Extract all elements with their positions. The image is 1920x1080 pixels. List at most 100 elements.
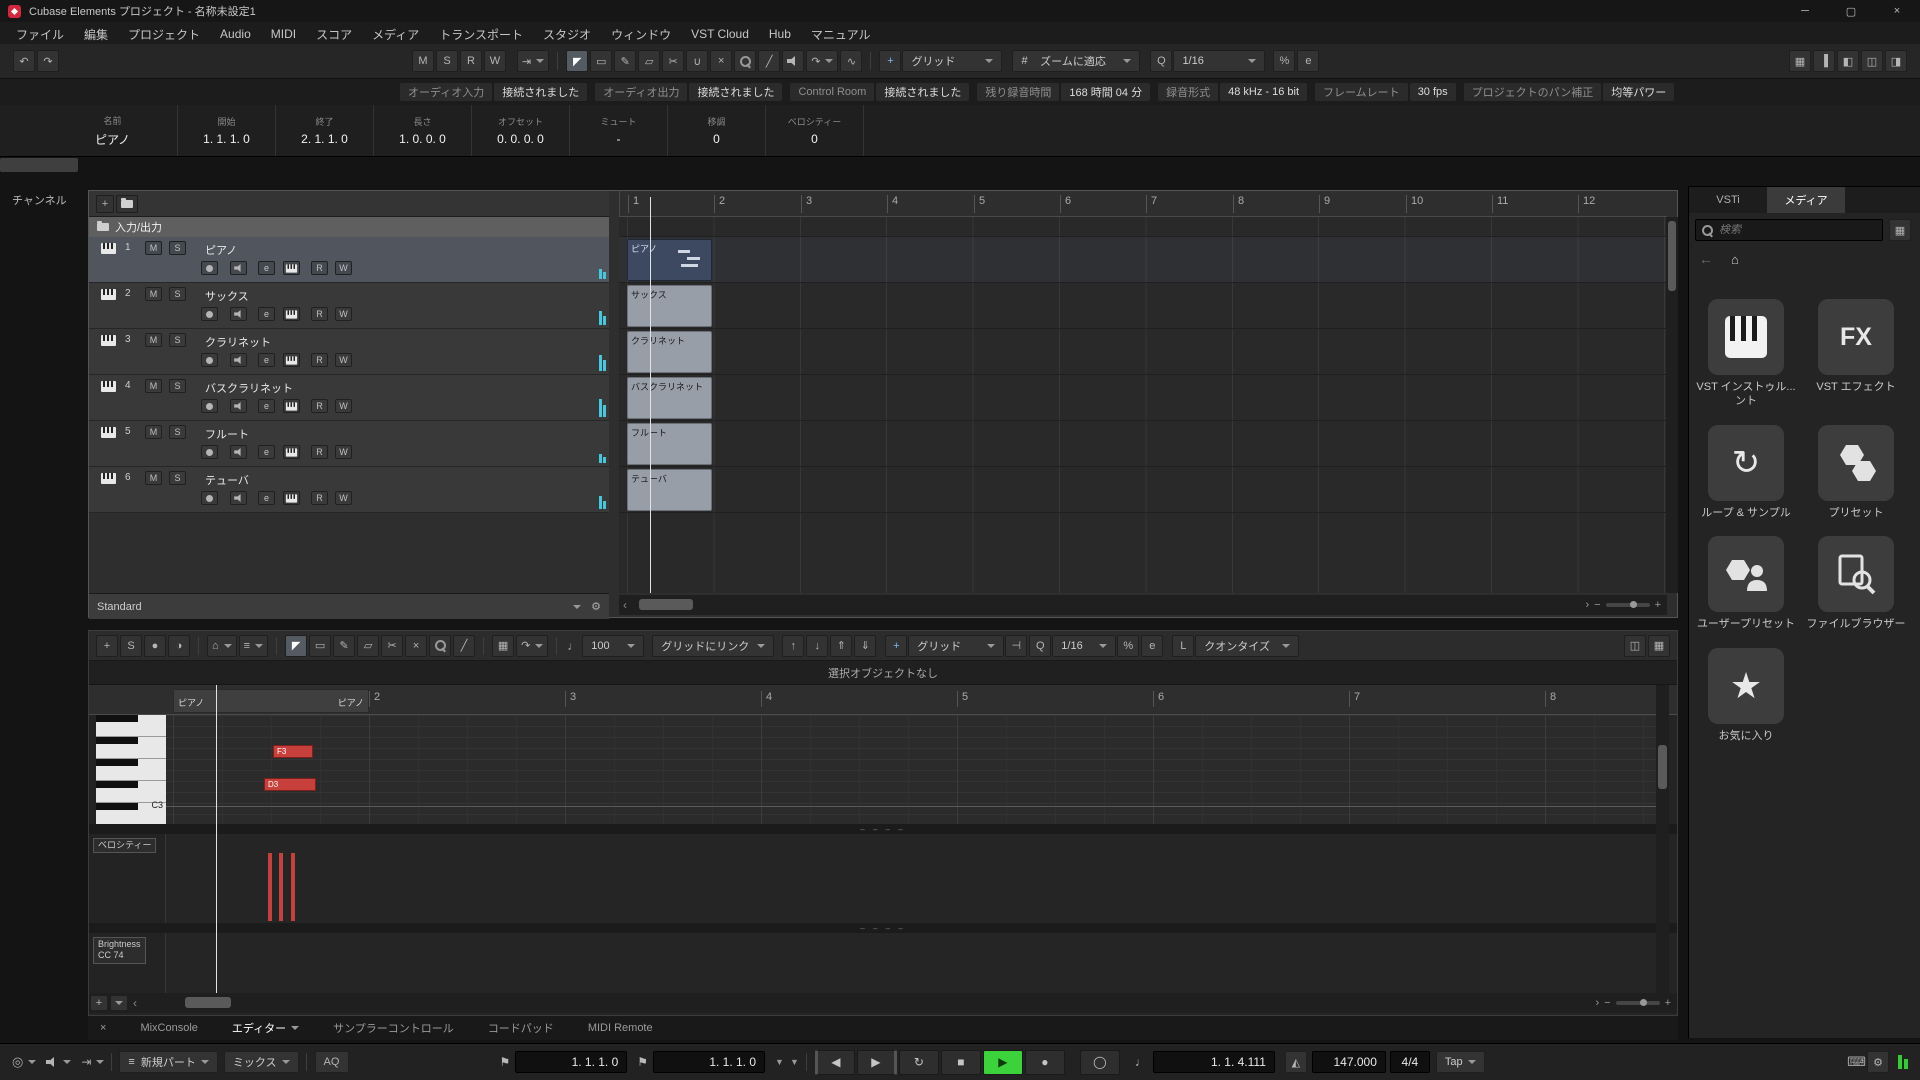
menu-manual[interactable]: マニュアル bbox=[801, 26, 881, 43]
editor-image-icon[interactable]: ▦ bbox=[492, 635, 514, 657]
transport-settings-gear-icon[interactable]: ⚙ bbox=[1867, 1051, 1889, 1073]
menu-edit[interactable]: 編集 bbox=[74, 26, 118, 43]
solo-button[interactable]: S bbox=[169, 241, 186, 255]
inspector-toggle-icon[interactable]: ▐ bbox=[1813, 50, 1835, 72]
close-lower-zone-icon[interactable]: × bbox=[100, 1022, 106, 1034]
lane-sax[interactable]: サックス bbox=[619, 283, 1667, 329]
menu-project[interactable]: プロジェクト bbox=[118, 26, 210, 43]
zoom-in-icon[interactable]: + bbox=[1655, 599, 1661, 611]
home-icon[interactable]: ⌂ bbox=[1731, 252, 1739, 267]
editor-quantize-dropdown[interactable]: 1/16 bbox=[1052, 635, 1116, 657]
edit-channel-button[interactable]: e bbox=[258, 261, 275, 275]
solo-button[interactable]: S bbox=[169, 471, 186, 485]
record-enable-button[interactable] bbox=[201, 491, 218, 505]
tile-presets[interactable]: プリセット bbox=[1801, 425, 1911, 521]
record-enable-button[interactable] bbox=[201, 399, 218, 413]
midi-part-piano[interactable]: ピアノ bbox=[627, 239, 712, 281]
snap-type-icon[interactable]: ⊣ bbox=[1005, 635, 1027, 657]
midi-part-flute[interactable]: フルート bbox=[627, 423, 712, 465]
automation-curve-icon[interactable]: ∿ bbox=[840, 50, 862, 72]
instrument-editor-button[interactable] bbox=[283, 399, 300, 413]
write-automation-button[interactable]: W bbox=[335, 491, 352, 505]
tile-user-presets[interactable]: ユーザープリセット bbox=[1691, 536, 1801, 632]
track-name[interactable]: クラリネット bbox=[205, 334, 271, 350]
menu-media[interactable]: メディア bbox=[362, 26, 429, 43]
move-up-icon[interactable]: ↑ bbox=[782, 635, 804, 657]
tile-vst-effects[interactable]: FX VST エフェクト bbox=[1801, 299, 1911, 409]
menu-studio[interactable]: スタジオ bbox=[533, 26, 601, 43]
lane-piano[interactable]: ピアノ bbox=[619, 237, 1667, 283]
instrument-editor-button[interactable] bbox=[283, 261, 300, 275]
zoom-tool-icon[interactable] bbox=[734, 50, 756, 72]
arrange-zoom-control[interactable]: › − + bbox=[1585, 599, 1667, 611]
track-row-sax[interactable]: 2 M S サックス e R W bbox=[89, 283, 609, 329]
zoom-slider[interactable] bbox=[1606, 603, 1650, 607]
instrument-editor-button[interactable] bbox=[283, 353, 300, 367]
monitor-button[interactable] bbox=[230, 353, 247, 367]
mute-button[interactable]: M bbox=[145, 471, 162, 485]
editor-draw-tool-icon[interactable]: ✎ bbox=[333, 635, 355, 657]
layout-grid-icon[interactable]: ▦ bbox=[1789, 50, 1811, 72]
menu-transport[interactable]: トランスポート bbox=[429, 26, 533, 43]
editor-solo-button[interactable]: S bbox=[120, 635, 142, 657]
go-to-start-button[interactable]: ◀ bbox=[815, 1050, 855, 1075]
editor-menu-icon[interactable]: ≡ bbox=[239, 635, 268, 657]
editor-erase-tool-icon[interactable]: ▱ bbox=[357, 635, 379, 657]
track-row-bassclarinet[interactable]: 4 M S バスクラリネット e R W bbox=[89, 375, 609, 421]
tempo-display[interactable]: 147.000 bbox=[1312, 1051, 1386, 1073]
scroll-left-icon[interactable]: ‹ bbox=[619, 598, 631, 612]
info-offset[interactable]: オフセット0. 0. 0. 0 bbox=[472, 105, 570, 156]
grid-type-dropdown[interactable]: グリッド bbox=[902, 50, 1002, 72]
channel-tab-label[interactable]: チャンネル bbox=[12, 192, 67, 208]
velocity-bar[interactable] bbox=[279, 853, 283, 921]
go-to-end-button[interactable]: ▶ bbox=[857, 1050, 897, 1075]
auto-quantize-button[interactable]: AQ bbox=[315, 1051, 349, 1073]
undo-icon[interactable]: ↶ bbox=[13, 50, 35, 72]
auto-scroll-icon[interactable]: ⇥ bbox=[517, 50, 549, 72]
read-automation-button[interactable]: R bbox=[311, 307, 328, 321]
status-controlroom-value[interactable]: 接続されました bbox=[876, 83, 969, 101]
editor-zoom-control[interactable]: › − + bbox=[1595, 997, 1677, 1009]
track-name[interactable]: サックス bbox=[205, 288, 249, 304]
mute-button[interactable]: M bbox=[145, 241, 162, 255]
midi-part-tuba[interactable]: テューバ bbox=[627, 469, 712, 511]
right-locator[interactable]: ⚑1. 1. 1. 0 bbox=[637, 1051, 765, 1073]
instrument-editor-button[interactable] bbox=[283, 491, 300, 505]
zoom-preset-dropdown[interactable]: #ズームに適応 bbox=[1012, 50, 1140, 72]
info-start[interactable]: 開始1. 1. 1. 0 bbox=[178, 105, 276, 156]
lane-bassclarinet[interactable]: バスクラリネット bbox=[619, 375, 1667, 421]
track-name[interactable]: フルート bbox=[205, 426, 249, 442]
velocity-bar[interactable] bbox=[268, 853, 272, 921]
solo-all-button[interactable]: S bbox=[436, 50, 458, 72]
read-automation-button[interactable]: R bbox=[311, 261, 328, 275]
record-enable-button[interactable] bbox=[201, 307, 218, 321]
menu-file[interactable]: ファイル bbox=[6, 26, 74, 43]
minimize-button[interactable]: ─ bbox=[1782, 0, 1828, 22]
monitor-button[interactable] bbox=[230, 307, 247, 321]
status-rectime-value[interactable]: 168 時間 04 分 bbox=[1061, 83, 1150, 101]
auto-punch-icon[interactable]: ⇥ bbox=[81, 1055, 104, 1069]
move-down-octave-icon[interactable]: ⇓ bbox=[854, 635, 876, 657]
track-preset-name[interactable]: Standard bbox=[97, 601, 142, 613]
right-zone-toggle-icon[interactable]: ◨ bbox=[1885, 50, 1907, 72]
edit-channel-button[interactable]: e bbox=[258, 307, 275, 321]
zoom-out-icon[interactable]: − bbox=[1604, 997, 1610, 1009]
solo-button[interactable]: S bbox=[169, 333, 186, 347]
quantize-panel-icon[interactable]: e bbox=[1297, 50, 1319, 72]
track-row-tuba[interactable]: 6 M S テューバ e R W bbox=[89, 467, 609, 513]
tab-sampler-control[interactable]: サンプラーコントロール bbox=[333, 1020, 454, 1036]
project-playhead[interactable] bbox=[650, 197, 651, 593]
retrospective-record-icon[interactable]: ◯ bbox=[1080, 1050, 1120, 1075]
arrange-vertical-scrollbar[interactable] bbox=[1666, 217, 1678, 593]
lane-flute[interactable]: フルート bbox=[619, 421, 1667, 467]
event-display[interactable]: ピアノ サックス クラリネット バスクラリネット フルート テューバ bbox=[619, 217, 1667, 593]
media-view-icon[interactable]: ▦ bbox=[1889, 219, 1911, 241]
read-automation-button[interactable]: R bbox=[311, 491, 328, 505]
preset-dropdown-icon[interactable] bbox=[573, 605, 581, 609]
tile-file-browser[interactable]: ファイルブラウザー bbox=[1801, 536, 1911, 632]
editor-line-tool-icon[interactable]: ╱ bbox=[453, 635, 475, 657]
edit-channel-button[interactable]: e bbox=[258, 353, 275, 367]
move-down-icon[interactable]: ↓ bbox=[806, 635, 828, 657]
status-audio-in-value[interactable]: 接続されました bbox=[494, 83, 587, 101]
record-enable-button[interactable] bbox=[201, 353, 218, 367]
